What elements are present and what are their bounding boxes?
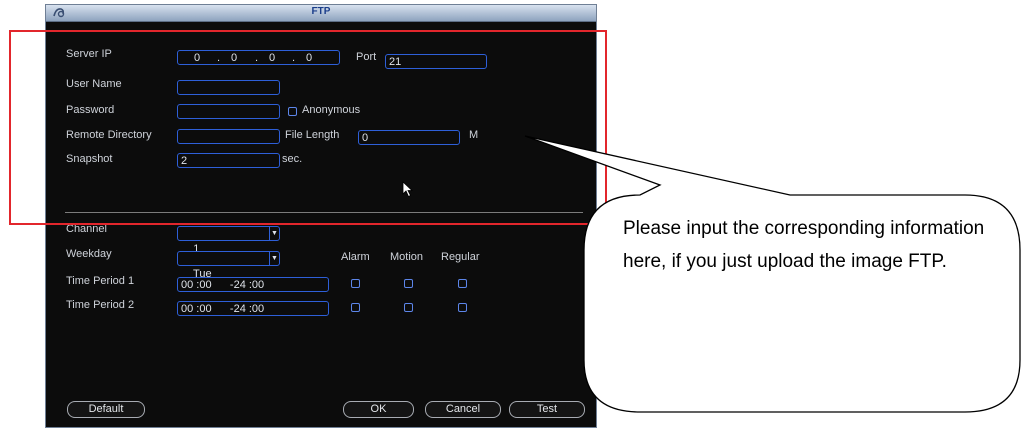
callout-text: Please input the corresponding informati…: [623, 218, 985, 272]
